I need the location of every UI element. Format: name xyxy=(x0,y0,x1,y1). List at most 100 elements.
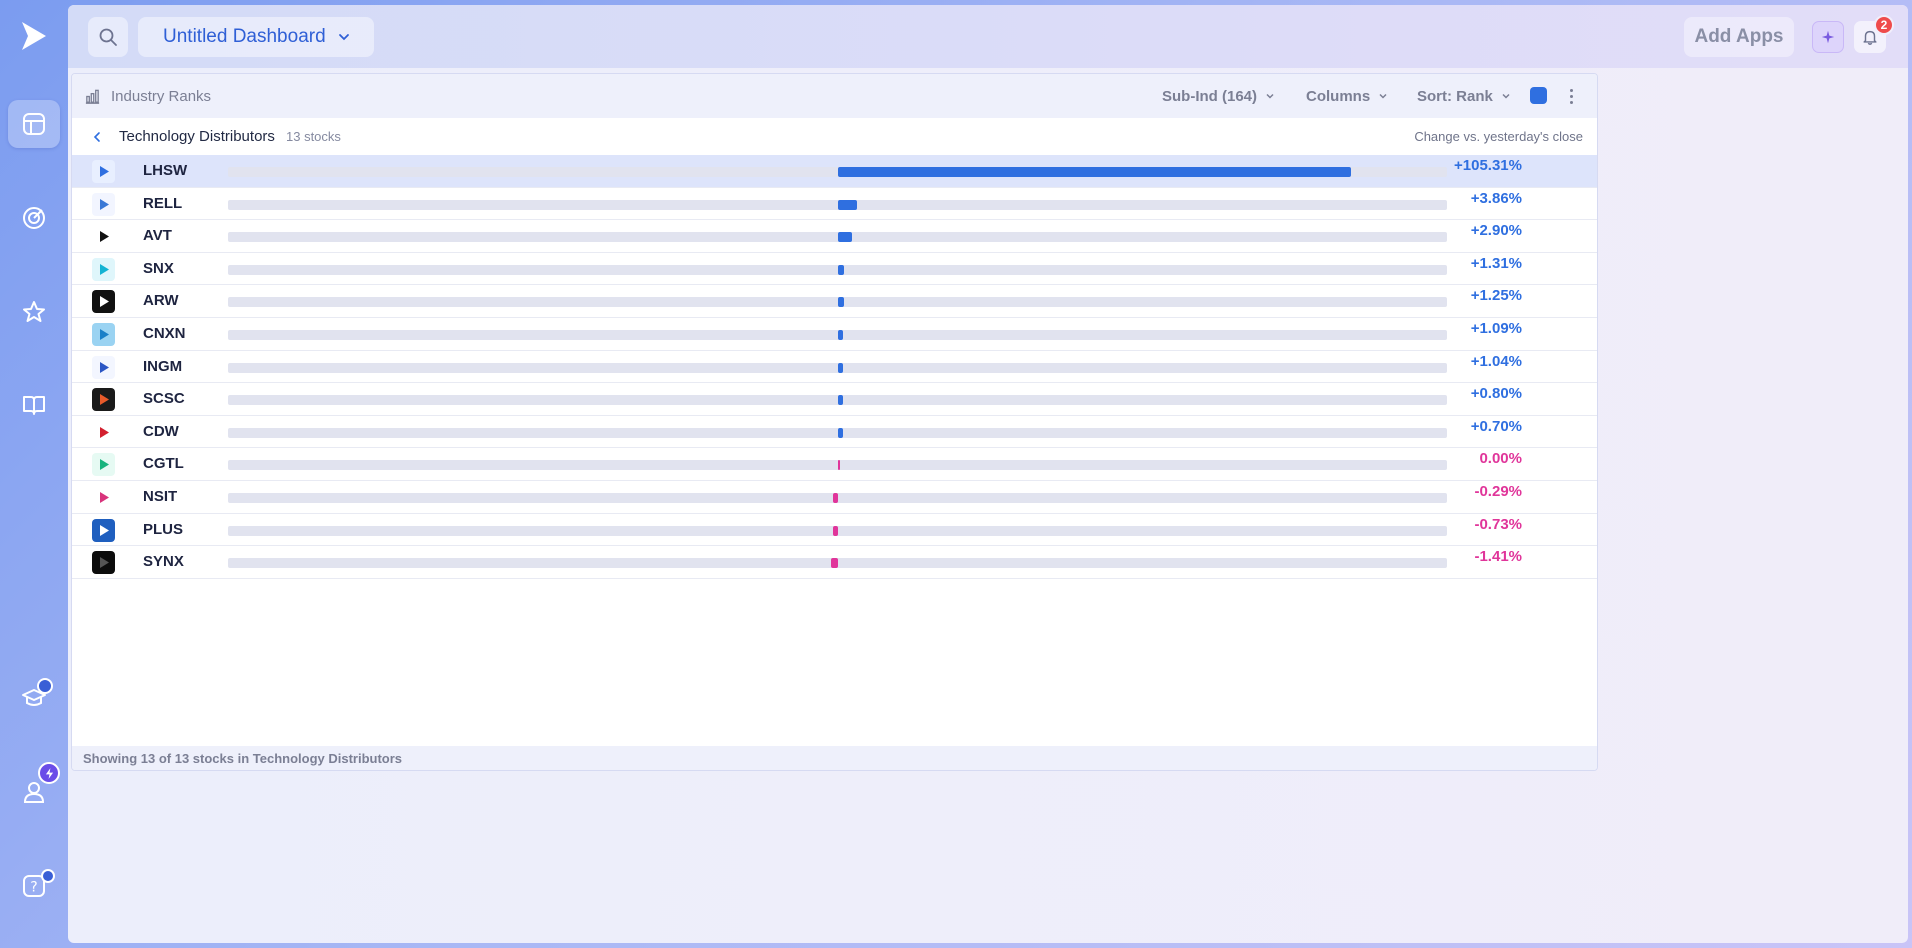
stock-row[interactable]: AVT +2.90% xyxy=(72,220,1597,253)
chevron-down-icon xyxy=(1379,93,1387,99)
stock-row[interactable]: CDW +0.70% xyxy=(72,416,1597,449)
change-bar xyxy=(831,558,838,569)
ai-assistant-button[interactable] xyxy=(1812,21,1844,53)
change-bar-track xyxy=(228,167,1447,177)
color-swatch-button[interactable] xyxy=(1530,87,1547,104)
add-apps-button[interactable]: Add Apps xyxy=(1684,17,1794,57)
sidebar: ? xyxy=(0,0,68,948)
sort-dropdown[interactable]: Sort: Rank xyxy=(1417,74,1511,118)
sort-label: Sort: Rank xyxy=(1417,87,1493,105)
change-bar xyxy=(838,232,853,243)
eplus-logo-icon xyxy=(92,518,115,542)
stock-row[interactable]: LHSW +105.31% xyxy=(72,155,1597,188)
stock-symbol: AVT xyxy=(143,227,172,245)
stock-symbol: CDW xyxy=(143,422,179,440)
stock-row[interactable]: CNXN +1.09% xyxy=(72,318,1597,351)
change-bar xyxy=(838,199,857,210)
change-bar-track xyxy=(228,329,1447,340)
chevron-down-icon xyxy=(1266,93,1274,99)
stock-symbol: INGM xyxy=(143,357,183,375)
columns-label: Columns xyxy=(1306,87,1371,105)
play-logo-icon xyxy=(92,160,115,183)
stock-symbol: SNX xyxy=(143,259,174,277)
stock-row[interactable]: SYNX -1.41% xyxy=(72,546,1597,579)
sub-industry-dropdown[interactable]: Sub-Ind (164) xyxy=(1162,74,1275,118)
change-bar xyxy=(838,264,845,275)
back-chevron-icon[interactable] xyxy=(90,130,104,144)
change-bar-track xyxy=(228,525,1447,536)
stock-row[interactable]: SNX +1.31% xyxy=(72,253,1597,286)
more-options-icon[interactable] xyxy=(1562,86,1580,106)
cdw-logo-icon xyxy=(92,420,115,444)
stock-row[interactable]: CGTL 0.00% xyxy=(72,448,1597,481)
change-bar-track xyxy=(228,362,1447,373)
star-icon xyxy=(23,301,45,322)
arrow-logo-icon xyxy=(92,290,115,314)
group-stock-count: 13 stocks xyxy=(286,129,341,144)
stock-list: LHSW +105.31% RELL +3.86% AVT +2.90% SNX +1.31%… xyxy=(72,155,1597,579)
stock-change: 0.00% xyxy=(1479,450,1522,468)
change-bar xyxy=(833,492,838,503)
change-bar-track xyxy=(228,297,1447,308)
help-nav-button[interactable]: ? xyxy=(8,862,60,910)
search-button[interactable] xyxy=(88,17,128,57)
ingm-logo-icon xyxy=(92,355,115,379)
main-area: Untitled Dashboard Add Apps 2 Industry R… xyxy=(68,5,1908,943)
stock-change: +1.31% xyxy=(1470,254,1522,272)
cnxn-logo-icon xyxy=(92,322,115,346)
learn-nav-button[interactable] xyxy=(8,381,60,429)
snx-logo-icon xyxy=(92,257,115,281)
change-bar xyxy=(838,427,843,438)
stock-row[interactable]: INGM +1.04% xyxy=(72,351,1597,384)
stock-row[interactable]: PLUS -0.73% xyxy=(72,514,1597,547)
avnet-logo-icon xyxy=(92,225,115,249)
change-bar xyxy=(833,525,838,536)
change-bar-track xyxy=(228,199,1447,210)
bolt-badge-icon xyxy=(38,762,60,784)
stock-symbol: CNXN xyxy=(143,324,186,342)
change-bar-track xyxy=(228,558,1447,569)
columns-dropdown[interactable]: Columns xyxy=(1306,74,1388,118)
rell-logo-icon xyxy=(92,192,115,216)
notification-count-badge: 2 xyxy=(1874,15,1894,35)
dashboard-nav-button[interactable] xyxy=(8,100,60,148)
stock-row[interactable]: RELL +3.86% xyxy=(72,188,1597,221)
change-bar xyxy=(838,395,843,406)
change-basis-label: Change vs. yesterday's close xyxy=(1414,129,1583,144)
scsc-logo-icon xyxy=(92,388,115,412)
app-logo-icon[interactable] xyxy=(18,18,50,54)
stock-symbol: SCSC xyxy=(143,390,185,408)
stock-change: +105.31% xyxy=(1454,157,1522,174)
panel-footer: Showing 13 of 13 stocks in Technology Di… xyxy=(72,746,1597,770)
sparkle-icon xyxy=(1821,30,1835,44)
panel-header: Industry Ranks Sub-Ind (164) Columns Sor… xyxy=(72,74,1597,118)
sub-industry-label: Sub-Ind (164) xyxy=(1162,87,1258,105)
stock-change: -0.29% xyxy=(1474,482,1522,500)
stock-symbol: NSIT xyxy=(143,487,178,505)
stock-row[interactable]: ARW +1.25% xyxy=(72,285,1597,318)
change-bar xyxy=(838,362,844,373)
chevron-down-icon xyxy=(1502,93,1510,99)
watchlist-nav-button[interactable] xyxy=(8,288,60,336)
synx-logo-icon xyxy=(92,551,115,575)
change-bar-track xyxy=(228,427,1447,438)
change-bar-track xyxy=(228,492,1447,503)
radar-nav-button[interactable] xyxy=(8,194,60,242)
stock-row[interactable]: SCSC +0.80% xyxy=(72,383,1597,416)
change-bar xyxy=(838,167,1352,177)
stock-change: +0.70% xyxy=(1470,417,1522,435)
industry-ranks-panel: Industry Ranks Sub-Ind (164) Columns Sor… xyxy=(71,73,1598,771)
stock-change: +1.04% xyxy=(1470,352,1522,370)
stock-row[interactable]: NSIT -0.29% xyxy=(72,481,1597,514)
top-bar: Untitled Dashboard Add Apps 2 xyxy=(68,5,1908,68)
change-bar-track xyxy=(228,264,1447,275)
search-icon xyxy=(99,28,117,46)
stock-change: +2.90% xyxy=(1470,222,1522,240)
stock-symbol: RELL xyxy=(143,194,183,212)
stock-symbol: ARW xyxy=(143,292,179,310)
stock-change: -1.41% xyxy=(1474,548,1522,566)
panel-title: Industry Ranks xyxy=(111,87,212,105)
stock-symbol: LHSW xyxy=(143,162,188,179)
dashboard-selector[interactable]: Untitled Dashboard xyxy=(138,17,374,57)
academy-nav-button[interactable] xyxy=(8,674,60,722)
